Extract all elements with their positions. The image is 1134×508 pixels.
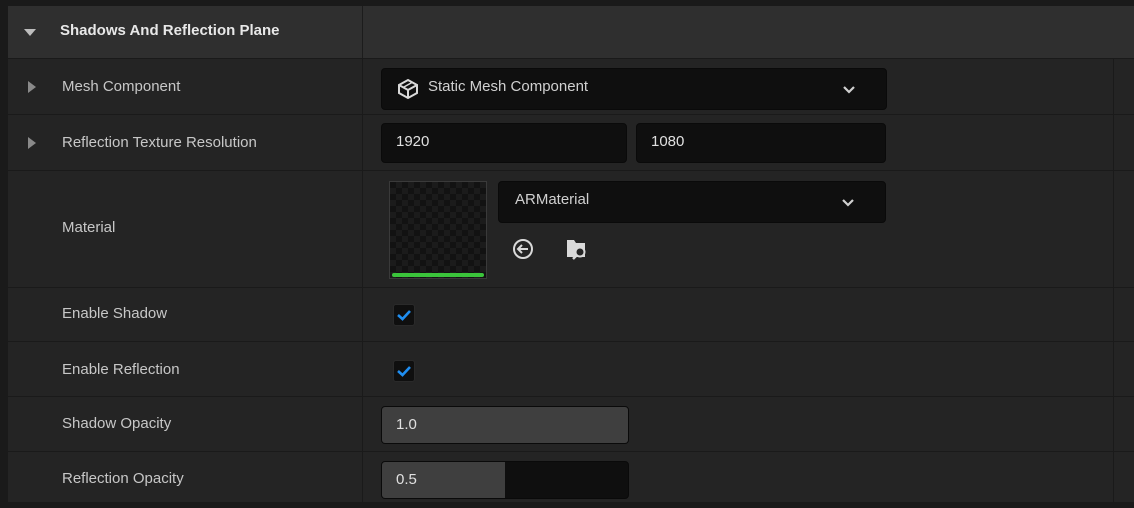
value-cell — [363, 342, 1114, 396]
reflection-opacity-slider[interactable]: 0.5 — [381, 461, 629, 499]
row-enable-shadow: Enable Shadow — [8, 288, 1134, 342]
value-cell: Static Mesh Component — [363, 59, 1114, 114]
row-enable-reflection: Enable Reflection — [8, 342, 1134, 397]
property-label: Reflection Texture Resolution — [62, 134, 257, 151]
row-shadow-opacity: Shadow Opacity 1.0 — [8, 397, 1134, 452]
name-cell: Enable Reflection — [8, 342, 363, 396]
property-label: Reflection Opacity — [62, 470, 184, 487]
property-label: Enable Shadow — [62, 305, 168, 322]
name-cell: Mesh Component — [8, 59, 363, 114]
expand-arrow-icon[interactable] — [28, 137, 36, 149]
material-thumbnail[interactable] — [389, 181, 487, 279]
resolution-x-input[interactable]: 1920 — [381, 123, 627, 163]
value-cell: 1920 1080 — [363, 115, 1114, 170]
input-value: 1080 — [651, 133, 685, 150]
chevron-down-icon — [842, 199, 854, 207]
static-mesh-icon — [398, 78, 418, 100]
resolution-y-input[interactable]: 1080 — [636, 123, 886, 163]
value-cell: 0.5 — [363, 452, 1114, 502]
section-header[interactable]: Shadows And Reflection Plane — [8, 6, 1134, 59]
row-reflection-texture-resolution: Reflection Texture Resolution 1920 1080 — [8, 115, 1134, 171]
slider-fill — [382, 407, 628, 443]
row-mesh-component: Mesh Component Static Mesh Component — [8, 59, 1134, 115]
enable-reflection-checkbox[interactable] — [393, 360, 415, 382]
name-cell: Reflection Texture Resolution — [8, 115, 363, 170]
value-cell: 1.0 — [363, 397, 1114, 451]
use-selected-asset-icon[interactable] — [511, 237, 535, 261]
name-cell: Enable Shadow — [8, 288, 363, 341]
column-divider[interactable] — [362, 6, 363, 58]
collapse-arrow-icon[interactable] — [24, 29, 36, 36]
name-cell: Shadow Opacity — [8, 397, 363, 451]
dropdown-value: Static Mesh Component — [428, 78, 589, 95]
slider-value: 1.0 — [396, 416, 417, 433]
browse-folder-icon[interactable] — [565, 235, 591, 261]
name-cell: Material — [8, 171, 363, 287]
property-label: Shadow Opacity — [62, 415, 172, 432]
slider-value: 0.5 — [396, 471, 417, 488]
expand-arrow-icon[interactable] — [28, 81, 36, 93]
details-panel: Shadows And Reflection Plane Mesh Compon… — [8, 6, 1134, 502]
mesh-component-dropdown[interactable]: Static Mesh Component — [381, 68, 887, 110]
property-label: Mesh Component — [62, 78, 181, 95]
value-cell: ARMaterial — [363, 171, 1114, 287]
checkmark-icon — [397, 366, 411, 377]
asset-type-bar — [392, 273, 484, 277]
enable-shadow-checkbox[interactable] — [393, 304, 415, 326]
property-label: Enable Reflection — [62, 361, 180, 378]
row-material: Material ARMaterial — [8, 171, 1134, 288]
name-cell: Reflection Opacity — [8, 452, 363, 502]
value-cell — [363, 288, 1114, 341]
chevron-down-icon — [843, 86, 855, 94]
material-dropdown[interactable]: ARMaterial — [498, 181, 886, 223]
dropdown-value: ARMaterial — [515, 191, 590, 208]
row-reflection-opacity: Reflection Opacity 0.5 — [8, 452, 1134, 502]
property-label: Material — [62, 219, 116, 236]
checkmark-icon — [397, 310, 411, 321]
input-value: 1920 — [396, 133, 430, 150]
section-title: Shadows And Reflection Plane — [60, 22, 280, 39]
shadow-opacity-slider[interactable]: 1.0 — [381, 406, 629, 444]
